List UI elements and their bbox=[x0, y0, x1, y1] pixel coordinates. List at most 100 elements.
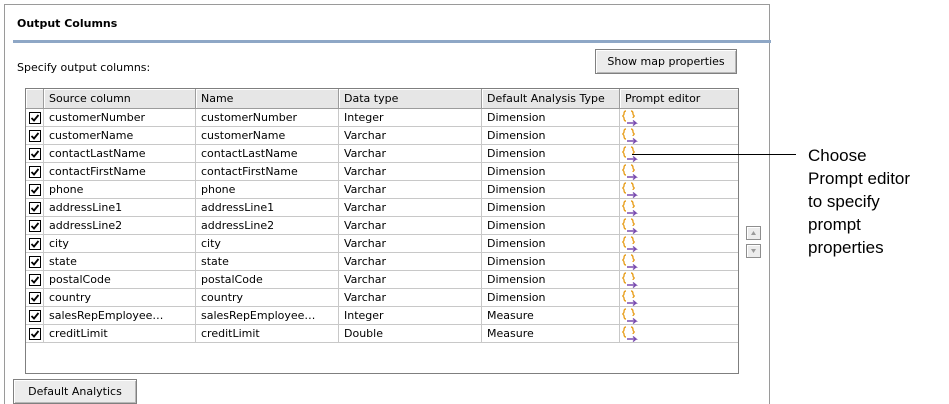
row-checkbox[interactable] bbox=[26, 271, 44, 289]
data-type-cell[interactable]: Varchar bbox=[339, 127, 482, 145]
row-checkbox[interactable] bbox=[26, 163, 44, 181]
include-column-checkbox[interactable] bbox=[29, 274, 41, 286]
table-row[interactable]: contactFirstName contactFirstName Varchar D… bbox=[26, 163, 738, 181]
table-row[interactable]: salesRepEmployee… salesRepEmployee… Intege… bbox=[26, 307, 738, 325]
analysis-type-cell[interactable]: Dimension bbox=[482, 235, 620, 253]
analysis-type-cell[interactable]: Measure bbox=[482, 307, 620, 325]
analysis-type-cell[interactable]: Dimension bbox=[482, 289, 620, 307]
row-checkbox[interactable] bbox=[26, 307, 44, 325]
data-type-cell[interactable]: Integer bbox=[339, 307, 482, 325]
name-cell[interactable]: creditLimit bbox=[196, 325, 339, 343]
name-cell[interactable]: country bbox=[196, 289, 339, 307]
analysis-type-cell[interactable]: Dimension bbox=[482, 127, 620, 145]
data-type-cell[interactable]: Varchar bbox=[339, 181, 482, 199]
prompt-editor-cell[interactable] bbox=[620, 253, 738, 271]
row-checkbox[interactable] bbox=[26, 199, 44, 217]
include-column-checkbox[interactable] bbox=[29, 328, 41, 340]
row-checkbox[interactable] bbox=[26, 217, 44, 235]
prompt-editor-cell[interactable] bbox=[620, 109, 738, 127]
name-cell[interactable]: phone bbox=[196, 181, 339, 199]
include-column-checkbox[interactable] bbox=[29, 310, 41, 322]
include-column-checkbox[interactable] bbox=[29, 148, 41, 160]
name-cell[interactable]: state bbox=[196, 253, 339, 271]
name-cell[interactable]: contactFirstName bbox=[196, 163, 339, 181]
data-type-cell[interactable]: Varchar bbox=[339, 253, 482, 271]
prompt-editor-cell[interactable] bbox=[620, 325, 738, 343]
source-column-cell[interactable]: city bbox=[44, 235, 196, 253]
source-column-cell[interactable]: addressLine2 bbox=[44, 217, 196, 235]
prompt-editor-cell[interactable] bbox=[620, 217, 738, 235]
prompt-editor-cell[interactable] bbox=[620, 271, 738, 289]
table-row[interactable]: addressLine2 addressLine2 Varchar Dimension bbox=[26, 217, 738, 235]
analysis-type-cell[interactable]: Dimension bbox=[482, 271, 620, 289]
analysis-type-cell[interactable]: Dimension bbox=[482, 145, 620, 163]
table-row[interactable]: city city Varchar Dimension bbox=[26, 235, 738, 253]
source-column-cell[interactable]: phone bbox=[44, 181, 196, 199]
source-column-cell[interactable]: creditLimit bbox=[44, 325, 196, 343]
table-row[interactable]: customerNumber customerNumber Integer Dimen… bbox=[26, 109, 738, 127]
name-cell[interactable]: addressLine1 bbox=[196, 199, 339, 217]
name-cell[interactable]: addressLine2 bbox=[196, 217, 339, 235]
table-row[interactable]: country country Varchar Dimension bbox=[26, 289, 738, 307]
row-checkbox[interactable] bbox=[26, 127, 44, 145]
include-column-checkbox[interactable] bbox=[29, 220, 41, 232]
name-cell[interactable]: salesRepEmployee… bbox=[196, 307, 339, 325]
prompt-editor-cell[interactable] bbox=[620, 307, 738, 325]
row-checkbox[interactable] bbox=[26, 289, 44, 307]
data-type-cell[interactable]: Varchar bbox=[339, 235, 482, 253]
analysis-type-cell[interactable]: Dimension bbox=[482, 109, 620, 127]
prompt-editor-icon[interactable] bbox=[622, 200, 638, 216]
name-cell[interactable]: customerNumber bbox=[196, 109, 339, 127]
prompt-editor-icon[interactable] bbox=[622, 218, 638, 234]
name-cell[interactable]: city bbox=[196, 235, 339, 253]
include-column-checkbox[interactable] bbox=[29, 130, 41, 142]
row-checkbox[interactable] bbox=[26, 325, 44, 343]
source-column-cell[interactable]: customerName bbox=[44, 127, 196, 145]
prompt-editor-icon[interactable] bbox=[622, 182, 638, 198]
move-down-button[interactable] bbox=[746, 244, 761, 258]
data-type-column-header[interactable]: Data type bbox=[339, 89, 482, 109]
name-cell[interactable]: customerName bbox=[196, 127, 339, 145]
prompt-editor-icon[interactable] bbox=[622, 110, 638, 126]
prompt-editor-icon[interactable] bbox=[622, 254, 638, 270]
data-type-cell[interactable]: Varchar bbox=[339, 199, 482, 217]
prompt-editor-icon[interactable] bbox=[622, 164, 638, 180]
move-up-button[interactable] bbox=[746, 226, 761, 240]
include-column-checkbox[interactable] bbox=[29, 202, 41, 214]
source-column-cell[interactable]: customerNumber bbox=[44, 109, 196, 127]
source-column-cell[interactable]: postalCode bbox=[44, 271, 196, 289]
include-column-checkbox[interactable] bbox=[29, 238, 41, 250]
prompt-editor-icon[interactable] bbox=[622, 128, 638, 144]
data-type-cell[interactable]: Varchar bbox=[339, 271, 482, 289]
analysis-type-cell[interactable]: Dimension bbox=[482, 253, 620, 271]
prompt-editor-cell[interactable] bbox=[620, 235, 738, 253]
prompt-editor-icon[interactable] bbox=[622, 272, 638, 288]
source-column-cell[interactable]: salesRepEmployee… bbox=[44, 307, 196, 325]
prompt-editor-cell[interactable] bbox=[620, 181, 738, 199]
table-row[interactable]: customerName customerName Varchar Dimension bbox=[26, 127, 738, 145]
row-checkbox[interactable] bbox=[26, 145, 44, 163]
analysis-type-cell[interactable]: Dimension bbox=[482, 181, 620, 199]
analysis-type-cell[interactable]: Measure bbox=[482, 325, 620, 343]
prompt-editor-icon[interactable] bbox=[622, 326, 638, 342]
row-checkbox[interactable] bbox=[26, 109, 44, 127]
include-column-checkbox[interactable] bbox=[29, 256, 41, 268]
table-row[interactable]: postalCode postalCode Varchar Dimension bbox=[26, 271, 738, 289]
prompt-editor-cell[interactable] bbox=[620, 127, 738, 145]
table-row[interactable]: state state Varchar Dimension bbox=[26, 253, 738, 271]
data-type-cell[interactable]: Varchar bbox=[339, 289, 482, 307]
row-checkbox[interactable] bbox=[26, 181, 44, 199]
prompt-editor-cell[interactable] bbox=[620, 199, 738, 217]
analysis-type-cell[interactable]: Dimension bbox=[482, 217, 620, 235]
data-type-cell[interactable]: Integer bbox=[339, 109, 482, 127]
analysis-type-cell[interactable]: Dimension bbox=[482, 163, 620, 181]
prompt-editor-icon[interactable] bbox=[622, 290, 638, 306]
include-column-checkbox[interactable] bbox=[29, 112, 41, 124]
show-map-properties-button[interactable]: Show map properties bbox=[595, 49, 737, 74]
include-column-checkbox[interactable] bbox=[29, 292, 41, 304]
prompt-editor-cell[interactable] bbox=[620, 289, 738, 307]
data-type-cell[interactable]: Double bbox=[339, 325, 482, 343]
data-type-cell[interactable]: Varchar bbox=[339, 163, 482, 181]
name-column-header[interactable]: Name bbox=[196, 89, 339, 109]
source-column-cell[interactable]: country bbox=[44, 289, 196, 307]
